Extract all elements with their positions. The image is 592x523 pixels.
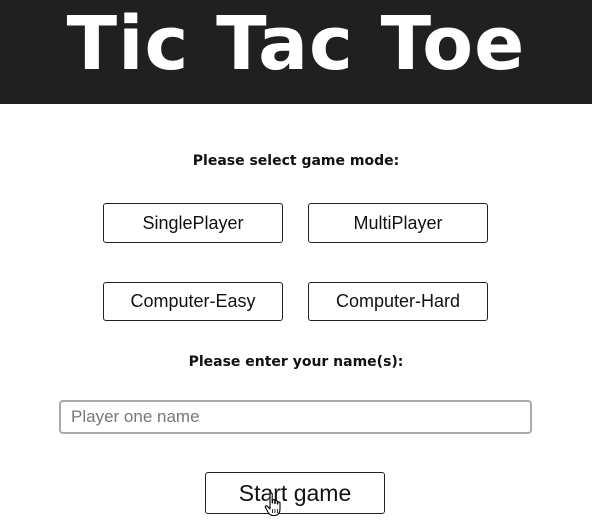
start-game-button[interactable]: Start game bbox=[205, 472, 385, 514]
player-one-name-input[interactable] bbox=[59, 400, 532, 434]
app-title: Tic Tac Toe bbox=[66, 1, 526, 87]
single-player-button[interactable]: SinglePlayer bbox=[103, 203, 283, 243]
multi-player-button[interactable]: MultiPlayer bbox=[308, 203, 488, 243]
app-header: Tic Tac Toe bbox=[0, 0, 592, 104]
player-names-label: Please enter your name(s): bbox=[188, 354, 404, 370]
game-mode-label: Please select game mode: bbox=[192, 153, 400, 169]
computer-hard-button[interactable]: Computer-Hard bbox=[308, 282, 488, 321]
computer-easy-button[interactable]: Computer-Easy bbox=[103, 282, 283, 321]
